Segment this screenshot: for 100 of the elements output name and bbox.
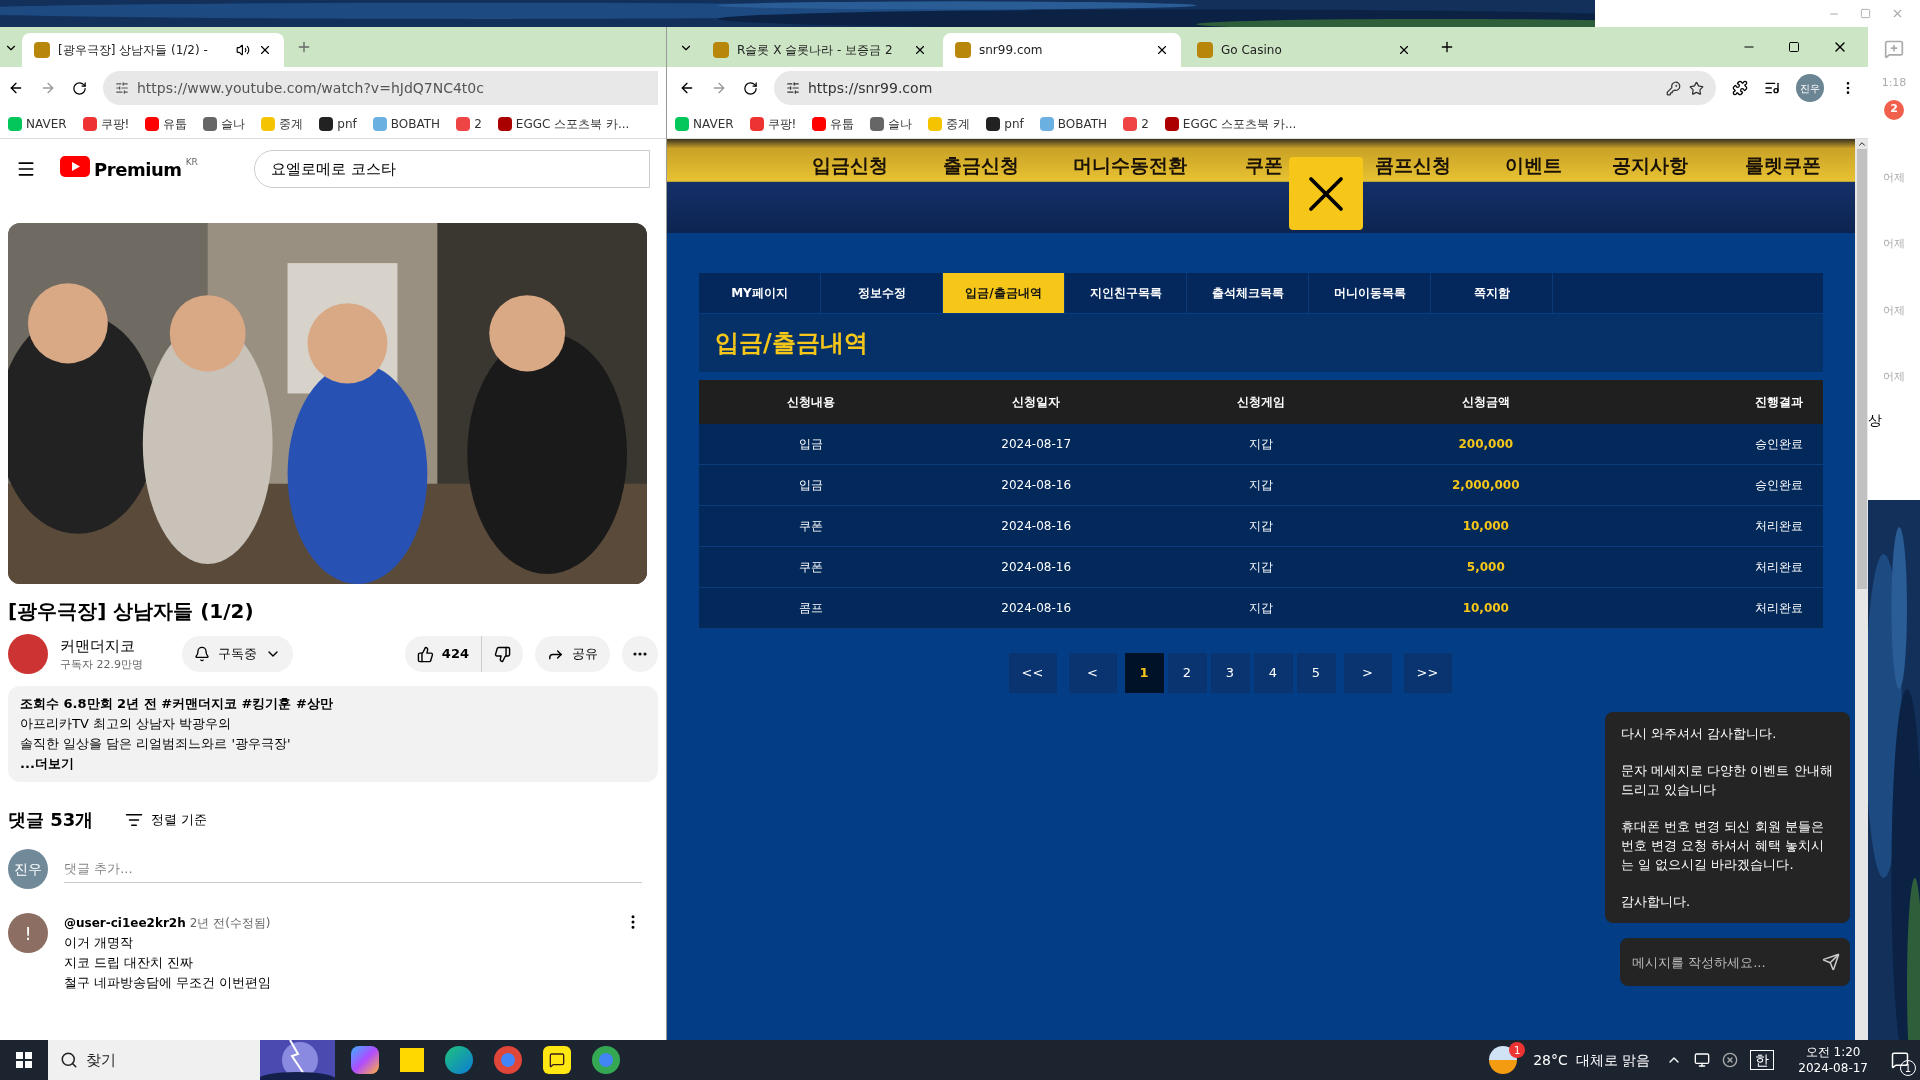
bookmark[interactable]: EGGC 스포츠북 카... xyxy=(497,114,630,133)
nav-link[interactable]: 콤프신청 xyxy=(1375,154,1451,176)
extensions-icon[interactable] xyxy=(1732,80,1748,96)
page-button[interactable]: > xyxy=(1343,653,1392,693)
close-icon[interactable] xyxy=(258,43,272,57)
bookmark[interactable]: NAVER xyxy=(8,114,67,133)
maximize-icon[interactable] xyxy=(1788,41,1800,53)
clock[interactable]: 오전 1:20 2024-08-17 xyxy=(1798,1044,1868,1076)
key-icon[interactable] xyxy=(1666,80,1681,96)
comment-field[interactable]: 댓글 추가... xyxy=(64,854,642,884)
channel-name[interactable]: 커맨더지코 xyxy=(60,634,170,657)
browser-tab[interactable]: R슬롯 X 슬롯나라 - 보증금 2 xyxy=(701,33,939,67)
volume-muted-icon[interactable] xyxy=(1722,1052,1739,1068)
notification-button[interactable]: 1 xyxy=(1880,1040,1920,1080)
share-button[interactable]: 공유 xyxy=(535,636,610,672)
channel-avatar[interactable] xyxy=(8,634,48,674)
browser-tab[interactable]: snr99.com xyxy=(943,33,1181,67)
bookmark[interactable]: 쿠팡! xyxy=(749,114,797,133)
bookmark[interactable]: 슬나 xyxy=(203,114,246,133)
bookmark[interactable]: 2 xyxy=(1123,114,1149,133)
bookmark[interactable]: 중계 xyxy=(261,114,304,133)
page-button[interactable]: 1 xyxy=(1124,653,1164,693)
close-popup-button[interactable] xyxy=(1289,157,1363,230)
dislike-button[interactable] xyxy=(481,636,523,672)
menu-tab[interactable]: 쪽지함 xyxy=(1431,273,1553,313)
star-icon[interactable] xyxy=(1689,80,1704,96)
play-logo-icon[interactable] xyxy=(60,155,90,177)
page-button[interactable]: >> xyxy=(1403,653,1452,693)
nav-link[interactable]: 공지사항 xyxy=(1612,154,1688,176)
page-button[interactable]: < xyxy=(1068,653,1117,693)
sort-button[interactable]: 정렬 기준 xyxy=(125,809,208,830)
new-tab-icon[interactable] xyxy=(1439,39,1455,55)
reload-icon[interactable] xyxy=(743,80,758,96)
browser-icon[interactable] xyxy=(494,1046,522,1074)
page-button[interactable]: 2 xyxy=(1167,653,1207,693)
nav-link[interactable]: 룰렛쿠폰 xyxy=(1745,154,1821,176)
taskbar-search[interactable]: 찾기 xyxy=(48,1040,335,1080)
close-icon[interactable] xyxy=(1397,43,1411,57)
chat-input[interactable]: 메시지를 작성하세요... xyxy=(1620,938,1850,986)
commenter-avatar[interactable]: ! xyxy=(8,913,48,953)
network-icon[interactable] xyxy=(1694,1052,1711,1068)
browser-icon[interactable] xyxy=(445,1046,473,1074)
address-bar[interactable]: https://www.youtube.com/watch?v=hJdQ7NC4t0c xyxy=(103,71,658,105)
menu-tab[interactable]: 머니이동목록 xyxy=(1309,273,1431,313)
scroll-up-icon[interactable] xyxy=(1856,139,1867,149)
browser-icon[interactable] xyxy=(592,1046,620,1074)
back-icon[interactable] xyxy=(679,80,695,96)
nav-link[interactable]: 머니수동전환 xyxy=(1073,154,1187,176)
weather-text[interactable]: 대체로 맑음 xyxy=(1575,1049,1651,1071)
bookmark[interactable]: 유툽 xyxy=(812,114,855,133)
comment-author[interactable]: @user-ci1ee2kr2h xyxy=(64,913,186,933)
app-icon[interactable] xyxy=(351,1046,379,1074)
close-icon[interactable] xyxy=(913,43,927,57)
send-icon[interactable] xyxy=(1822,953,1840,971)
forward-icon[interactable] xyxy=(711,80,727,96)
site-info-icon[interactable] xyxy=(786,81,800,95)
close-icon[interactable] xyxy=(1155,43,1169,57)
nav-link[interactable]: 출금신청 xyxy=(943,154,1019,176)
menu-tab[interactable]: 출석체크목록 xyxy=(1187,273,1309,313)
bookmark[interactable]: pnf xyxy=(986,114,1024,133)
bookmark[interactable]: 슬나 xyxy=(870,114,913,133)
address-bar[interactable]: https://snr99.com xyxy=(774,71,1716,105)
nav-link[interactable]: 이벤트 xyxy=(1505,154,1562,176)
ime-indicator[interactable]: 한 xyxy=(1750,1050,1775,1070)
subscribe-button[interactable]: 구독중 xyxy=(182,636,293,672)
bookmark[interactable]: 2 xyxy=(456,114,482,133)
nav-link[interactable]: 입금신청 xyxy=(812,154,888,176)
chat-app-icon[interactable] xyxy=(543,1046,571,1074)
menu-tab[interactable]: 입금/출금내역 xyxy=(943,273,1065,313)
temperature[interactable]: 28°C xyxy=(1533,1049,1568,1071)
profile-avatar[interactable]: 진우 xyxy=(1796,74,1824,102)
bookmark[interactable]: BOBATH xyxy=(1039,114,1108,133)
bookmark[interactable]: 중계 xyxy=(928,114,971,133)
back-icon[interactable] xyxy=(8,80,24,96)
media-icon[interactable] xyxy=(1764,80,1780,96)
more-button[interactable] xyxy=(622,636,658,672)
page-button[interactable]: << xyxy=(1008,653,1057,693)
bookmark[interactable]: 쿠팡! xyxy=(82,114,130,133)
show-more-link[interactable]: ...더보기 xyxy=(20,754,646,774)
menu-icon[interactable] xyxy=(16,159,36,179)
bookmark[interactable]: pnf xyxy=(319,114,357,133)
like-button[interactable]: 424 xyxy=(404,636,481,672)
browser-tab[interactable]: [광우극장] 상남자들 (1/2) - xyxy=(22,33,284,67)
weather-icon[interactable] xyxy=(1489,1046,1518,1074)
site-info-icon[interactable] xyxy=(115,81,129,95)
menu-tab[interactable]: MY페이지 xyxy=(699,273,821,313)
speaker-icon[interactable] xyxy=(236,43,250,57)
nav-link[interactable]: 쿠폰 xyxy=(1245,154,1283,176)
browser-tab[interactable]: Go Casino xyxy=(1185,33,1423,67)
bookmark[interactable]: EGGC 스포츠북 카... xyxy=(1164,114,1297,133)
forward-icon[interactable] xyxy=(40,80,56,96)
menu-tab[interactable]: 지인친구목록 xyxy=(1065,273,1187,313)
bookmark[interactable]: BOBATH xyxy=(372,114,441,133)
reload-icon[interactable] xyxy=(72,80,87,96)
page-button[interactable]: 5 xyxy=(1296,653,1336,693)
page-button[interactable]: 3 xyxy=(1210,653,1250,693)
scrollbar[interactable] xyxy=(1855,139,1868,1040)
bookmark[interactable]: NAVER xyxy=(675,114,734,133)
bookmark[interactable]: 유툽 xyxy=(145,114,188,133)
page-button[interactable]: 4 xyxy=(1253,653,1293,693)
